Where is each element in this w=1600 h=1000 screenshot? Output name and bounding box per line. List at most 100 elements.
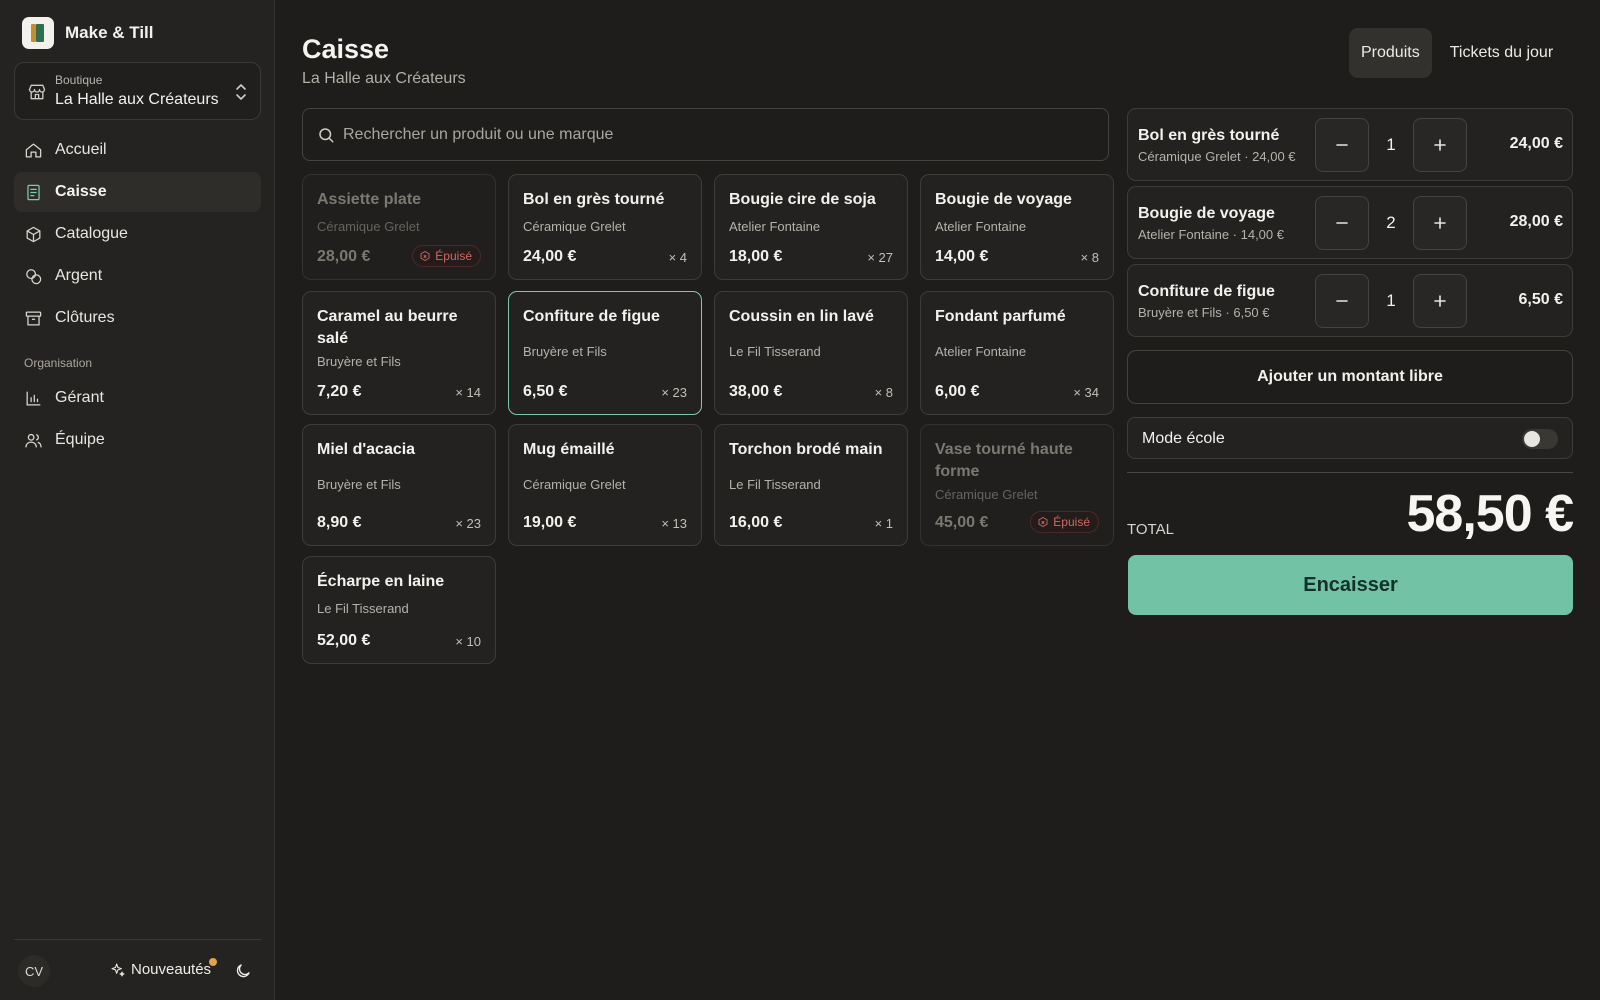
- product-price: 24,00 €: [523, 248, 577, 265]
- nav-label: Catalogue: [55, 225, 128, 242]
- receipt-icon: [27, 184, 40, 200]
- product-name: Confiture de figue: [523, 308, 660, 325]
- product-name: Bougie cire de soja: [729, 191, 876, 208]
- nav-item-clotures[interactable]: Clôtures: [14, 298, 261, 338]
- nav-item-equipe[interactable]: Équipe: [14, 420, 261, 460]
- product-card[interactable]: Fondant parfumé Atelier Fontaine 6,00 € × 3…: [920, 291, 1114, 415]
- product-brand: Le Fil Tisserand: [317, 601, 409, 616]
- store-value: La Halle aux Créateurs: [55, 91, 219, 108]
- product-price: 45,00 €: [935, 514, 989, 531]
- soldout-badge: Épuisé: [1030, 511, 1099, 533]
- add-free-amount-button[interactable]: Ajouter un montant libre: [1127, 350, 1573, 404]
- moon-icon[interactable]: [234, 962, 252, 980]
- cart-item-meta: Atelier Fontaine · 14,00 €: [1138, 227, 1284, 242]
- decrease-quantity-button[interactable]: [1315, 196, 1369, 250]
- app-name: Make & Till: [65, 23, 154, 42]
- decrease-quantity-button[interactable]: [1315, 118, 1369, 172]
- product-card[interactable]: Caramel au beurre salé Bruyère et Fils 7,2…: [302, 291, 496, 415]
- package-x-icon: [1038, 517, 1048, 527]
- product-name: Écharpe en laine: [317, 573, 445, 590]
- product-brand: Bruyère et Fils: [523, 344, 607, 359]
- cart-item-name: Confiture de figue: [1138, 283, 1275, 300]
- product-card[interactable]: Miel d'acacia Bruyère et Fils 8,90 € × 23: [302, 424, 496, 546]
- tab-produits[interactable]: Produits: [1349, 28, 1432, 78]
- main-nav: Accueil Caisse Catalogue Argent Clôtures…: [14, 130, 261, 462]
- soldout-label: Épuisé: [435, 249, 472, 263]
- nav-label: Argent: [55, 267, 103, 284]
- nav-item-catalogue[interactable]: Catalogue: [14, 214, 261, 254]
- nav-label: Gérant: [55, 389, 104, 406]
- product-stock: × 27: [867, 250, 893, 265]
- page-title: Caisse: [302, 34, 390, 64]
- chart-icon: [26, 391, 41, 405]
- product-name: Bougie de voyage: [935, 191, 1072, 208]
- increase-quantity-button[interactable]: [1413, 118, 1467, 172]
- product-card[interactable]: Torchon brodé main Le Fil Tisserand 16,00 …: [714, 424, 908, 546]
- product-brand: Bruyère et Fils: [317, 354, 401, 369]
- news-button[interactable]: Nouveautés: [110, 958, 218, 978]
- product-stock: × 23: [661, 385, 687, 400]
- cart-item-meta: Céramique Grelet · 24,00 €: [1138, 149, 1296, 164]
- product-brand: Atelier Fontaine: [935, 344, 1027, 359]
- search-input[interactable]: [343, 109, 1093, 160]
- product-brand: Céramique Grelet: [317, 219, 420, 234]
- product-card[interactable]: Confiture de figue Bruyère et Fils 6,50 € ×…: [508, 291, 702, 415]
- product-card[interactable]: Coussin en lin lavé Le Fil Tisserand 38,00…: [714, 291, 908, 415]
- cart-item-total: 28,00 €: [1509, 213, 1563, 230]
- tab-tickets-du-jour[interactable]: Tickets du jour: [1438, 28, 1565, 78]
- checkout-button[interactable]: Encaisser: [1128, 555, 1573, 615]
- product-price: 16,00 €: [729, 514, 783, 531]
- school-mode-toggle[interactable]: [1522, 429, 1558, 449]
- store-label: Boutique: [55, 73, 103, 87]
- product-name: Bol en grès tourné: [523, 191, 665, 208]
- chevron-up-down-icon: [236, 84, 246, 100]
- nav-label: Clôtures: [55, 309, 115, 326]
- minus-icon: [1336, 144, 1348, 146]
- nav-item-caisse[interactable]: Caisse: [14, 172, 261, 212]
- plus-icon: [1434, 139, 1446, 151]
- avatar[interactable]: CV: [18, 955, 50, 987]
- coins-icon: [26, 268, 42, 284]
- increase-quantity-button[interactable]: [1413, 196, 1467, 250]
- product-name: Coussin en lin lavé: [729, 308, 874, 325]
- product-card[interactable]: Bol en grès tourné Céramique Grelet 24,00 …: [508, 174, 702, 280]
- product-card[interactable]: Écharpe en laine Le Fil Tisserand 52,00 € ×…: [302, 556, 496, 664]
- product-stock: × 13: [661, 516, 687, 531]
- nav-item-accueil[interactable]: Accueil: [14, 130, 261, 170]
- brand[interactable]: Make & Till: [22, 17, 154, 49]
- nav-item-argent[interactable]: Argent: [14, 256, 261, 296]
- product-stock: × 14: [455, 385, 481, 400]
- news-label: Nouveautés: [131, 961, 212, 978]
- store-selector[interactable]: Boutique La Halle aux Créateurs: [14, 62, 261, 120]
- cart-item-meta: Bruyère et Fils · 6,50 €: [1138, 305, 1270, 320]
- cart-item-total: 24,00 €: [1509, 135, 1563, 152]
- cart-item-total: 6,50 €: [1518, 291, 1563, 308]
- product-name: Miel d'acacia: [317, 441, 416, 458]
- cart-item-quantity: 1: [1386, 135, 1396, 154]
- product-price: 6,00 €: [935, 383, 980, 400]
- product-name: Vase tourné haute forme: [935, 441, 1073, 480]
- sidebar-footer: CV Nouveautés: [14, 939, 261, 999]
- product-name: Assiette plate: [317, 191, 422, 208]
- product-brand: Céramique Grelet: [523, 219, 626, 234]
- nav-item-gerant[interactable]: Gérant: [14, 378, 261, 418]
- cart-item-name: Bougie de voyage: [1138, 205, 1275, 222]
- product-price: 8,90 €: [317, 514, 362, 531]
- decrease-quantity-button[interactable]: [1315, 274, 1369, 328]
- product-brand: Le Fil Tisserand: [729, 344, 821, 359]
- product-price: 7,20 €: [317, 383, 362, 400]
- store-icon: [28, 84, 46, 100]
- search-box: [302, 108, 1109, 161]
- product-price: 18,00 €: [729, 248, 783, 265]
- product-card[interactable]: Bougie de voyage Atelier Fontaine 14,00 € ×…: [920, 174, 1114, 280]
- search-icon: [319, 128, 334, 143]
- notification-dot: [209, 958, 218, 966]
- product-card[interactable]: Mug émaillé Céramique Grelet 19,00 € × 13: [508, 424, 702, 546]
- archive-icon: [25, 311, 42, 325]
- cart-line: Bol en grès tourné Céramique Grelet · 24,…: [1127, 108, 1573, 181]
- increase-quantity-button[interactable]: [1413, 274, 1467, 328]
- product-stock: × 8: [874, 385, 893, 400]
- product-card[interactable]: Bougie cire de soja Atelier Fontaine 18,00…: [714, 174, 908, 280]
- product-stock: × 10: [455, 634, 481, 649]
- product-brand: Atelier Fontaine: [935, 219, 1027, 234]
